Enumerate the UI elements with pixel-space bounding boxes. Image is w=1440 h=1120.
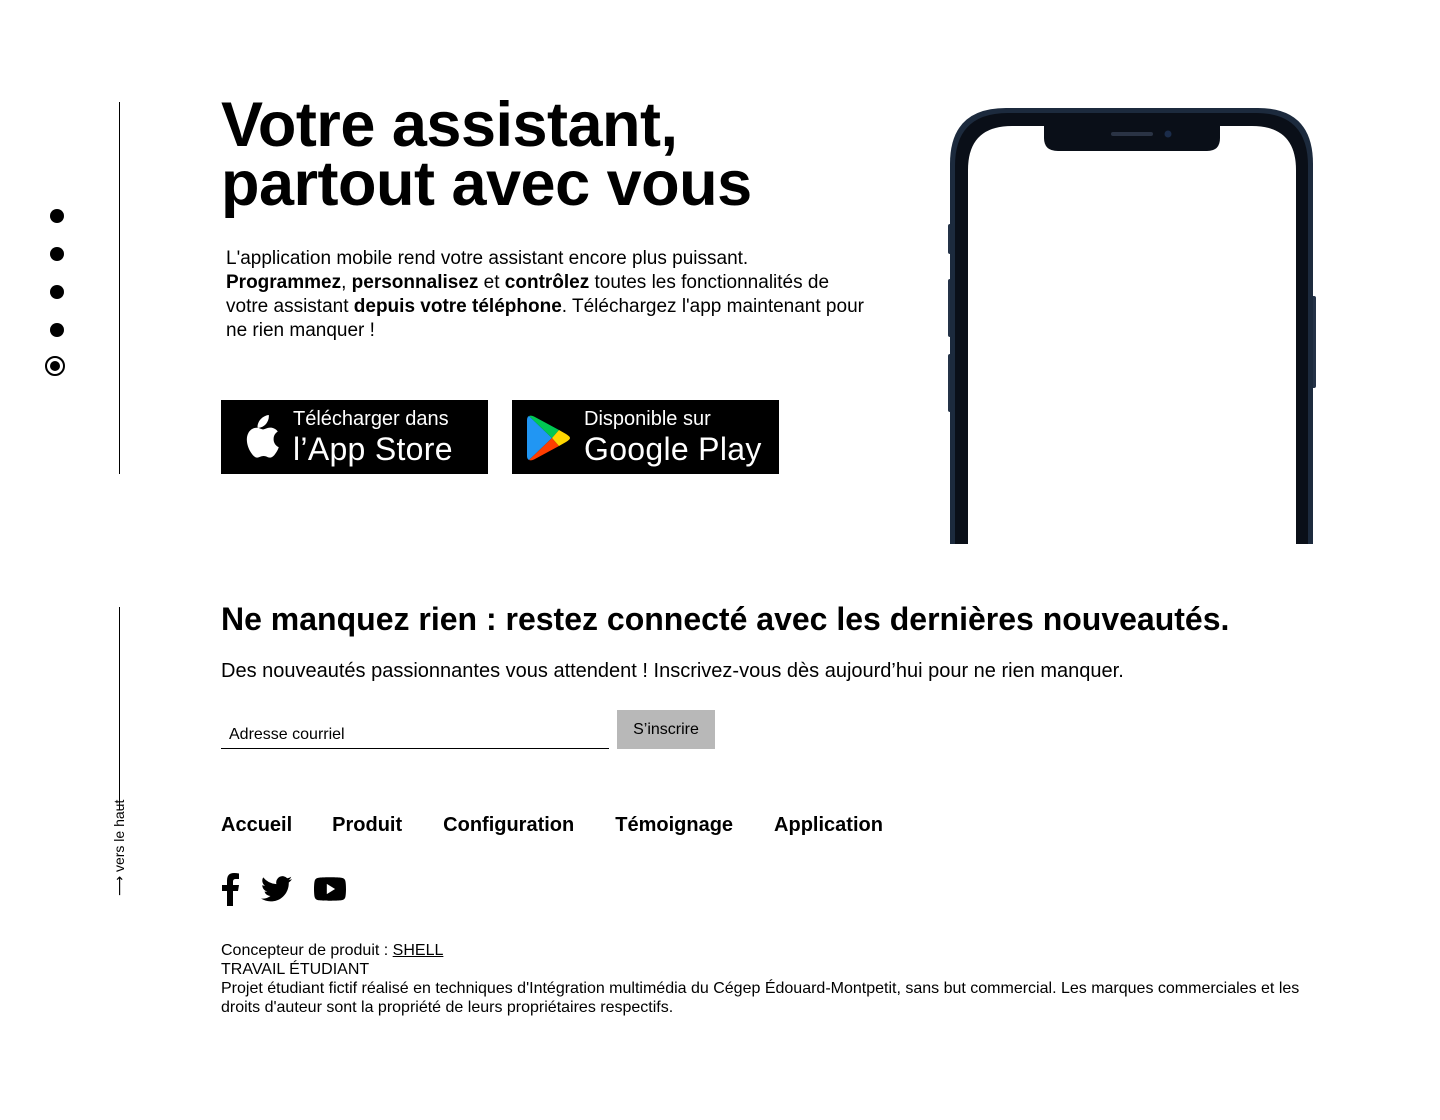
student-work-label: TRAVAIL ÉTUDIANT [221, 961, 370, 978]
youtube-icon[interactable] [314, 876, 346, 902]
footer-nav-temoignage[interactable]: Témoignage [615, 812, 733, 840]
side-nav-dot-4[interactable] [50, 323, 64, 337]
section-divider-line [119, 607, 120, 810]
hero-description: L'application mobile rend votre assistan… [226, 248, 864, 341]
designer-link[interactable]: SHELL [393, 942, 444, 959]
side-nav-dot-2[interactable] [50, 247, 64, 261]
footer-nav-configuration[interactable]: Configuration [443, 812, 574, 840]
app-store-button[interactable]: Télécharger dans l’App Store [221, 400, 488, 474]
side-nav-dot-5-active[interactable] [45, 356, 65, 376]
footer-credits: Concepteur de produit : SHELL TRAVAIL ÉT… [221, 941, 1331, 1017]
app-store-big-label: l’App Store [293, 431, 453, 467]
section-divider-line [119, 102, 120, 474]
hero-title: Votre assistant, partout avec vous [221, 90, 752, 219]
phone-illustration [948, 108, 1316, 544]
google-play-button[interactable]: Disponible sur Google Play [512, 400, 779, 474]
apple-icon [246, 415, 279, 458]
newsletter-title: Ne manquez rien : restez connecté avec l… [221, 601, 1230, 637]
side-nav-dot-1[interactable] [50, 209, 64, 223]
footer-nav-produit[interactable]: Produit [332, 812, 402, 840]
back-to-top-link[interactable]: ⟶ vers le haut [108, 800, 132, 930]
designer-line: Concepteur de produit : SHELL [221, 942, 444, 959]
twitter-icon[interactable] [261, 875, 292, 903]
newsletter-subtitle: Des nouveautés passionnantes vous attend… [221, 660, 1124, 682]
back-to-top-label: ⟶ vers le haut [111, 799, 127, 896]
facebook-icon[interactable] [221, 872, 239, 906]
side-nav-dot-3[interactable] [50, 285, 64, 299]
footer-nav-accueil[interactable]: Accueil [221, 812, 292, 840]
footer-nav: Accueil Produit Configuration Témoignage… [221, 812, 883, 840]
footer-nav-application[interactable]: Application [774, 812, 883, 840]
app-store-small-label: Télécharger dans [293, 408, 449, 430]
google-play-icon [527, 415, 570, 461]
google-play-big-label: Google Play [584, 431, 762, 467]
google-play-small-label: Disponible sur [584, 408, 711, 430]
disclaimer-text: Projet étudiant fictif réalisé en techni… [221, 980, 1300, 1016]
subscribe-button[interactable]: S’inscrire [617, 710, 715, 749]
email-input[interactable] [221, 713, 609, 749]
